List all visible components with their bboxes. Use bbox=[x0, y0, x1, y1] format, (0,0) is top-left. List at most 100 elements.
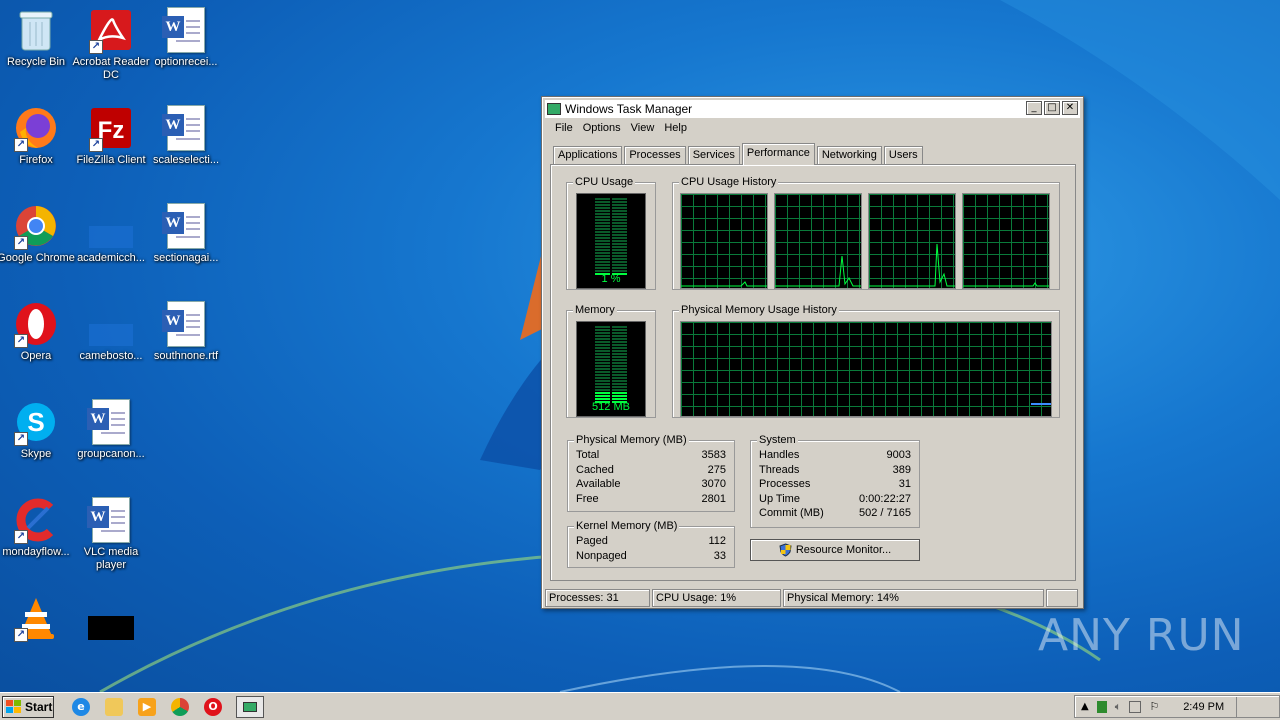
desktop-icon-file-optionaltyp[interactable] bbox=[68, 594, 154, 644]
meter-segment bbox=[612, 264, 627, 266]
meter-segment bbox=[612, 228, 627, 230]
stat-label: Available bbox=[576, 478, 621, 490]
stat-row-threads: Threads 389 bbox=[759, 463, 911, 478]
meter-segment bbox=[612, 258, 627, 260]
window-title: Windows Task Manager bbox=[565, 102, 693, 116]
tab-processes[interactable]: Processes bbox=[624, 146, 686, 165]
show-hidden-icons-icon[interactable]: ▲ bbox=[1081, 701, 1089, 712]
cpu-history-label: CPU Usage History bbox=[679, 176, 779, 188]
menu-options[interactable]: Options bbox=[578, 121, 626, 135]
desktop-icon-file-sectionagai[interactable]: W sectionagai... bbox=[143, 202, 229, 265]
word-doc-icon: W bbox=[87, 399, 130, 445]
meter-segment bbox=[612, 198, 627, 200]
opera-taskbar-icon[interactable]: O bbox=[204, 697, 222, 716]
meter-segment bbox=[595, 395, 610, 397]
tab-performance[interactable]: Performance bbox=[741, 143, 815, 165]
blank-file-icon bbox=[89, 324, 133, 346]
desktop-icon-filezilla[interactable]: Fz ↗ FileZilla Client bbox=[68, 104, 154, 167]
stat-value: 112 bbox=[708, 535, 726, 547]
meter-segment bbox=[595, 240, 610, 242]
start-button[interactable]: Start bbox=[2, 695, 54, 718]
shortcut-arrow-icon: ↗ bbox=[14, 138, 28, 152]
word-doc-icon: W bbox=[162, 301, 205, 347]
tab-users[interactable]: Users bbox=[883, 146, 923, 165]
meter-segment bbox=[595, 338, 610, 340]
task-manager-window: Windows Task Manager _ □ ✕ File Options … bbox=[541, 96, 1084, 609]
meter-segment bbox=[612, 386, 627, 388]
desktop-icon-file-camebosto[interactable]: camebosto... bbox=[68, 300, 154, 363]
meter-segment bbox=[595, 380, 610, 382]
stat-value: 275 bbox=[707, 463, 726, 476]
meter-segment bbox=[595, 204, 610, 206]
cpu-history-graph-core1 bbox=[680, 193, 768, 289]
memory-meter-bars bbox=[595, 326, 627, 403]
system-group: System Handles 9003 Threads 389 Processes 3… bbox=[750, 434, 920, 528]
stat-label: Paged bbox=[576, 535, 608, 547]
stat-row-paged: Paged 112 bbox=[576, 534, 726, 549]
meter-segment bbox=[595, 377, 610, 379]
show-desktop-button[interactable] bbox=[1236, 696, 1246, 717]
task-manager-icon bbox=[547, 103, 561, 115]
chrome-taskbar-icon[interactable] bbox=[171, 697, 189, 716]
menu-view[interactable]: View bbox=[626, 121, 660, 135]
desktop-icon-label: optionrecei... bbox=[154, 56, 218, 68]
shortcut-arrow-icon: ↗ bbox=[14, 334, 28, 348]
ie-icon[interactable]: e bbox=[72, 697, 90, 716]
desktop-icon-file-academic[interactable]: academicch... bbox=[68, 202, 154, 265]
meter-segment bbox=[612, 344, 627, 346]
memory-history-group: Physical Memory Usage History bbox=[672, 304, 1060, 418]
meter-segment bbox=[595, 246, 610, 248]
taskbar: Start e ▶ O ▲ 🔈︎ ⚐ 2:49 PM bbox=[0, 692, 1280, 720]
menu-file[interactable]: File bbox=[550, 121, 578, 135]
stat-value: 3583 bbox=[701, 449, 726, 461]
title-bar[interactable]: Windows Task Manager _ □ ✕ bbox=[545, 100, 1080, 118]
meter-segment bbox=[612, 347, 627, 349]
status-resize-grip[interactable] bbox=[1046, 589, 1078, 607]
system-label: System bbox=[757, 434, 798, 446]
stat-label: Total bbox=[576, 449, 600, 461]
task-manager-taskbar-button[interactable] bbox=[236, 695, 264, 718]
desktop-icon-acrobat[interactable]: ↗ Acrobat Reader DC bbox=[68, 6, 154, 82]
start-label: Start bbox=[25, 699, 53, 714]
close-button[interactable]: ✕ bbox=[1062, 101, 1078, 115]
memory-meter: 512 MB bbox=[576, 321, 646, 417]
desktop-icon-file-southnone[interactable]: W southnone.rtf bbox=[143, 300, 229, 363]
minimize-button[interactable]: _ bbox=[1026, 101, 1042, 115]
meter-segment bbox=[612, 353, 627, 355]
resource-monitor-button[interactable]: Resource Monitor... bbox=[750, 539, 920, 561]
meter-segment bbox=[595, 216, 610, 218]
tab-applications[interactable]: Applications bbox=[553, 146, 623, 165]
meter-segment bbox=[612, 219, 627, 221]
meter-segment bbox=[595, 341, 610, 343]
stat-value: 31 bbox=[898, 478, 911, 490]
stat-value: 2801 bbox=[701, 492, 726, 505]
desktop-icon-file-optionrecei[interactable]: W optionrecei... bbox=[143, 6, 229, 69]
clock[interactable]: 2:49 PM bbox=[1183, 701, 1224, 713]
meter-segment bbox=[595, 258, 610, 260]
tab-networking[interactable]: Networking bbox=[816, 146, 882, 165]
desktop-icon-file-mondayflow[interactable]: W VLC media player bbox=[68, 496, 154, 572]
meter-segment bbox=[612, 222, 627, 224]
media-player-icon[interactable]: ▶ bbox=[138, 697, 156, 716]
network-status-icon[interactable] bbox=[1096, 700, 1107, 713]
meter-segment bbox=[612, 374, 627, 376]
meter-segment bbox=[595, 228, 610, 230]
meter-segment bbox=[595, 359, 610, 361]
menu-help[interactable]: Help bbox=[659, 121, 692, 135]
meter-segment bbox=[612, 255, 627, 257]
volume-icon[interactable]: 🔈︎ bbox=[1115, 700, 1122, 714]
meter-segment bbox=[595, 374, 610, 376]
status-bar: Processes: 31 CPU Usage: 1% Physical Mem… bbox=[545, 589, 1080, 607]
meter-segment bbox=[595, 365, 610, 367]
desktop-icon-label: VLC media player bbox=[83, 546, 139, 571]
cpu-usage-group: CPU Usage 1 % bbox=[566, 176, 656, 290]
desktop-icon-file-groupcanon[interactable]: W groupcanon... bbox=[68, 398, 154, 461]
security-icon[interactable] bbox=[1129, 700, 1142, 713]
tab-services[interactable]: Services bbox=[687, 146, 740, 165]
meter-segment bbox=[595, 210, 610, 212]
meter-segment bbox=[595, 329, 610, 331]
desktop-icon-file-scaleselecti[interactable]: W scaleselecti... bbox=[143, 104, 229, 167]
explorer-icon[interactable] bbox=[105, 697, 123, 716]
maximize-button[interactable]: □ bbox=[1044, 101, 1060, 115]
action-center-flag-icon[interactable]: ⚐ bbox=[1149, 700, 1159, 713]
